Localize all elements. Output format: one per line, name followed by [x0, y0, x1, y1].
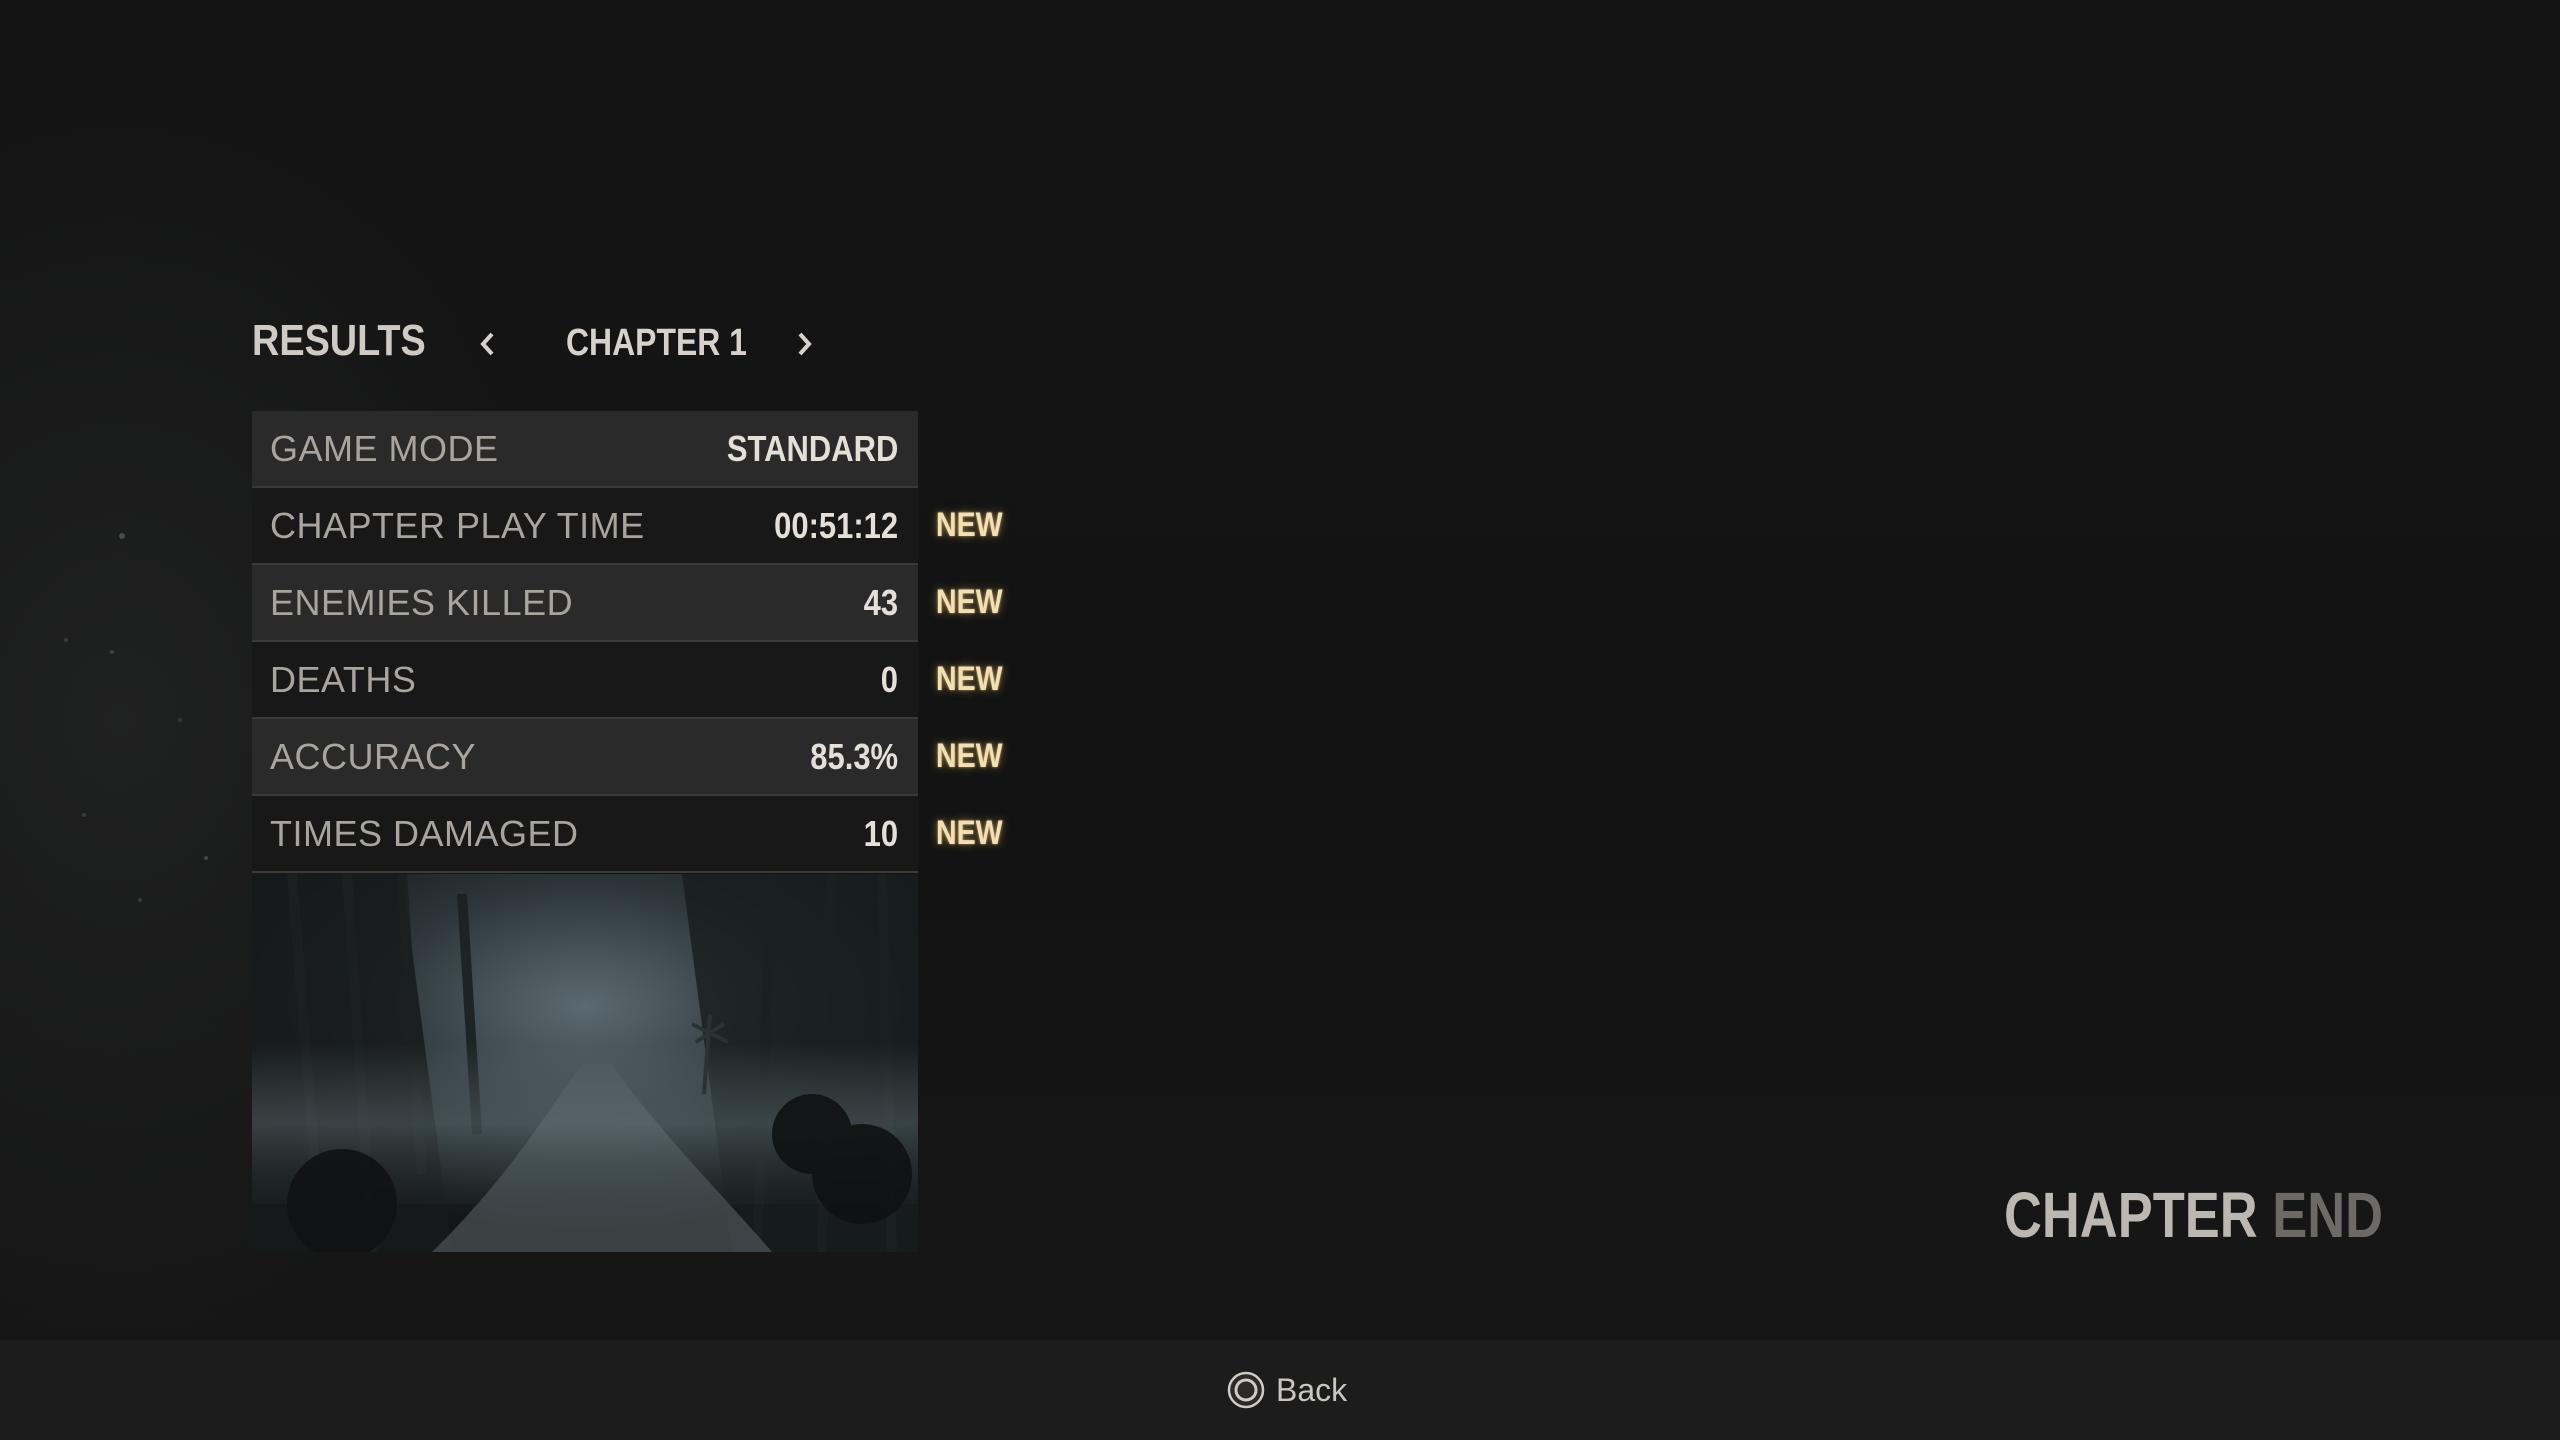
new-record-badge: NEW — [936, 814, 1003, 852]
forest-path-scene — [252, 874, 918, 1252]
stat-row-accuracy: ACCURACY 85.3% NEW — [252, 719, 1003, 796]
chapter-end-word-1: CHAPTER — [2004, 1179, 2258, 1251]
chapter-results-screen: RESULTS CHAPTER 1 GAME MODE STANDARD CHA… — [0, 0, 2560, 1440]
chevron-left-icon — [480, 332, 494, 356]
new-record-badge: NEW — [936, 583, 1003, 621]
stat-label: CHAPTER PLAY TIME — [270, 505, 645, 546]
back-label: Back — [1276, 1371, 1348, 1408]
chapter-preview-image — [252, 874, 918, 1252]
stat-value: 10 — [863, 813, 898, 854]
chapter-selector-label: CHAPTER 1 — [566, 322, 747, 364]
stat-label: DEATHS — [270, 659, 417, 700]
results-stats-table: GAME MODE STANDARD CHAPTER PLAY TIME 00:… — [252, 411, 1003, 873]
new-record-badge: NEW — [936, 660, 1003, 698]
stat-label: ACCURACY — [270, 736, 477, 777]
chapter-end-title: CHAPTER END — [2004, 1178, 2383, 1252]
stat-value: 00:51:12 — [774, 505, 898, 546]
stat-row-times-damaged: TIMES DAMAGED 10 NEW — [252, 796, 1003, 873]
back-button[interactable]: Back — [1226, 1368, 1347, 1412]
stat-value: 43 — [863, 582, 898, 623]
new-record-badge: NEW — [936, 506, 1003, 544]
next-chapter-button[interactable] — [790, 326, 820, 362]
stat-value: 85.3% — [810, 736, 898, 777]
circle-button-icon — [1227, 1371, 1265, 1409]
stat-row-chapter-play-time: CHAPTER PLAY TIME 00:51:12 NEW — [252, 488, 1003, 565]
stat-label: GAME MODE — [270, 428, 499, 469]
stat-label: ENEMIES KILLED — [270, 582, 574, 623]
chapter-end-word-2: END — [2272, 1179, 2384, 1251]
previous-chapter-button[interactable] — [472, 326, 502, 362]
stat-label: TIMES DAMAGED — [270, 813, 579, 854]
stat-row-enemies-killed: ENEMIES KILLED 43 NEW — [252, 565, 1003, 642]
new-record-badge: NEW — [936, 737, 1003, 775]
stat-row-deaths: DEATHS 0 NEW — [252, 642, 1003, 719]
stat-value: STANDARD — [726, 428, 898, 469]
chevron-right-icon — [798, 332, 812, 356]
stat-row-game-mode: GAME MODE STANDARD — [252, 411, 918, 488]
stat-value: 0 — [880, 659, 898, 700]
results-title: RESULTS — [252, 316, 426, 365]
